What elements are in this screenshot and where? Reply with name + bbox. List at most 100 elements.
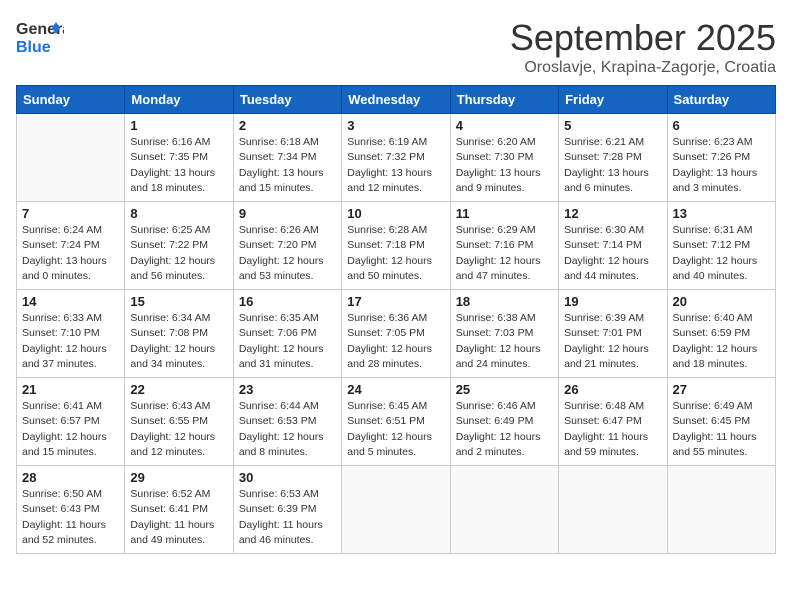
- day-number: 29: [130, 470, 227, 485]
- svg-text:Blue: Blue: [16, 39, 51, 56]
- calendar-cell: 20 Sunrise: 6:40 AMSunset: 6:59 PMDayligh…: [667, 290, 775, 378]
- calendar-cell: 21 Sunrise: 6:41 AMSunset: 6:57 PMDayligh…: [17, 378, 125, 466]
- calendar-cell: 19Sunrise: 6:39 AMSunset: 7:01 PMDayligh…: [559, 290, 667, 378]
- day-info: Sunrise: 6:41 AMSunset: 6:57 PMDaylight:…: [22, 399, 119, 460]
- day-number: 13: [673, 206, 770, 221]
- day-number: 17: [347, 294, 444, 309]
- day-number: 16: [239, 294, 336, 309]
- day-info: Sunrise: 6:50 AMSunset: 6:43 PMDaylight:…: [22, 487, 119, 548]
- calendar-cell: 23 Sunrise: 6:44 AMSunset: 6:53 PMDayligh…: [233, 378, 341, 466]
- calendar-header: SundayMondayTuesdayWednesdayThursdayFrid…: [17, 86, 776, 114]
- calendar-cell: [17, 114, 125, 202]
- calendar-cell: 5Sunrise: 6:21 AMSunset: 7:28 PMDaylight…: [559, 114, 667, 202]
- day-number: 20: [673, 294, 770, 309]
- calendar-cell: 9 Sunrise: 6:26 AMSunset: 7:20 PMDaylight…: [233, 202, 341, 290]
- day-number: 19: [564, 294, 661, 309]
- weekday-header-tuesday: Tuesday: [233, 86, 341, 114]
- day-info: Sunrise: 6:25 AMSunset: 7:22 PMDaylight:…: [130, 223, 227, 284]
- calendar-week-5: 28 Sunrise: 6:50 AMSunset: 6:43 PMDayligh…: [17, 466, 776, 554]
- day-info: Sunrise: 6:20 AMSunset: 7:30 PMDaylight:…: [456, 135, 553, 196]
- day-info: Sunrise: 6:30 AMSunset: 7:14 PMDaylight:…: [564, 223, 661, 284]
- calendar-cell: 1 Sunrise: 6:16 AMSunset: 7:35 PMDaylight…: [125, 114, 233, 202]
- weekday-header-monday: Monday: [125, 86, 233, 114]
- calendar-cell: 25 Sunrise: 6:46 AMSunset: 6:49 PMDayligh…: [450, 378, 558, 466]
- day-number: 22: [130, 382, 227, 397]
- day-info: Sunrise: 6:28 AMSunset: 7:18 PMDaylight:…: [347, 223, 444, 284]
- day-info: Sunrise: 6:31 AMSunset: 7:12 PMDaylight:…: [673, 223, 770, 284]
- day-number: 21: [22, 382, 119, 397]
- weekday-header-sunday: Sunday: [17, 86, 125, 114]
- calendar-cell: 11 Sunrise: 6:29 AMSunset: 7:16 PMDayligh…: [450, 202, 558, 290]
- day-number: 23: [239, 382, 336, 397]
- calendar-body: 1 Sunrise: 6:16 AMSunset: 7:35 PMDaylight…: [17, 114, 776, 554]
- day-number: 11: [456, 206, 553, 221]
- day-number: 27: [673, 382, 770, 397]
- weekday-header-thursday: Thursday: [450, 86, 558, 114]
- calendar-week-1: 1 Sunrise: 6:16 AMSunset: 7:35 PMDaylight…: [17, 114, 776, 202]
- day-number: 28: [22, 470, 119, 485]
- calendar-cell: 26 Sunrise: 6:48 AMSunset: 6:47 PMDayligh…: [559, 378, 667, 466]
- calendar-cell: 13 Sunrise: 6:31 AMSunset: 7:12 PMDayligh…: [667, 202, 775, 290]
- logo-icon: General Blue: [16, 16, 64, 60]
- day-info: Sunrise: 6:26 AMSunset: 7:20 PMDaylight:…: [239, 223, 336, 284]
- day-info: Sunrise: 6:33 AMSunset: 7:10 PMDaylight:…: [22, 311, 119, 372]
- day-info: Sunrise: 6:49 AMSunset: 6:45 PMDaylight:…: [673, 399, 770, 460]
- day-info: Sunrise: 6:16 AMSunset: 7:35 PMDaylight:…: [130, 135, 227, 196]
- calendar-cell: 15Sunrise: 6:34 AMSunset: 7:08 PMDayligh…: [125, 290, 233, 378]
- calendar-cell: [667, 466, 775, 554]
- day-number: 26: [564, 382, 661, 397]
- calendar-week-2: 7 Sunrise: 6:24 AMSunset: 7:24 PMDaylight…: [17, 202, 776, 290]
- day-number: 24: [347, 382, 444, 397]
- calendar-cell: 6Sunrise: 6:23 AMSunset: 7:26 PMDaylight…: [667, 114, 775, 202]
- logo: General Blue: [16, 16, 64, 60]
- day-number: 8: [130, 206, 227, 221]
- day-number: 6: [673, 118, 770, 133]
- day-number: 15: [130, 294, 227, 309]
- day-number: 10: [347, 206, 444, 221]
- location-subtitle: Oroslavje, Krapina-Zagorje, Croatia: [510, 59, 776, 77]
- day-number: 4: [456, 118, 553, 133]
- weekday-header-row: SundayMondayTuesdayWednesdayThursdayFrid…: [17, 86, 776, 114]
- calendar-cell: [559, 466, 667, 554]
- day-info: Sunrise: 6:48 AMSunset: 6:47 PMDaylight:…: [564, 399, 661, 460]
- day-info: Sunrise: 6:40 AMSunset: 6:59 PMDaylight:…: [673, 311, 770, 372]
- day-number: 5: [564, 118, 661, 133]
- calendar-cell: 3 Sunrise: 6:19 AMSunset: 7:32 PMDaylight…: [342, 114, 450, 202]
- day-info: Sunrise: 6:24 AMSunset: 7:24 PMDaylight:…: [22, 223, 119, 284]
- calendar-cell: 2 Sunrise: 6:18 AMSunset: 7:34 PMDaylight…: [233, 114, 341, 202]
- day-number: 2: [239, 118, 336, 133]
- day-number: 18: [456, 294, 553, 309]
- day-number: 3: [347, 118, 444, 133]
- day-number: 1: [130, 118, 227, 133]
- calendar-cell: [342, 466, 450, 554]
- day-info: Sunrise: 6:46 AMSunset: 6:49 PMDaylight:…: [456, 399, 553, 460]
- calendar-cell: [450, 466, 558, 554]
- calendar-cell: 27 Sunrise: 6:49 AMSunset: 6:45 PMDayligh…: [667, 378, 775, 466]
- calendar-cell: 29 Sunrise: 6:52 AMSunset: 6:41 PMDayligh…: [125, 466, 233, 554]
- day-number: 25: [456, 382, 553, 397]
- calendar-cell: 10 Sunrise: 6:28 AMSunset: 7:18 PMDayligh…: [342, 202, 450, 290]
- day-info: Sunrise: 6:43 AMSunset: 6:55 PMDaylight:…: [130, 399, 227, 460]
- calendar-table: SundayMondayTuesdayWednesdayThursdayFrid…: [16, 85, 776, 554]
- day-info: Sunrise: 6:44 AMSunset: 6:53 PMDaylight:…: [239, 399, 336, 460]
- calendar-week-4: 21 Sunrise: 6:41 AMSunset: 6:57 PMDayligh…: [17, 378, 776, 466]
- day-number: 7: [22, 206, 119, 221]
- day-info: Sunrise: 6:35 AMSunset: 7:06 PMDaylight:…: [239, 311, 336, 372]
- day-info: Sunrise: 6:18 AMSunset: 7:34 PMDaylight:…: [239, 135, 336, 196]
- weekday-header-friday: Friday: [559, 86, 667, 114]
- calendar-cell: 4 Sunrise: 6:20 AMSunset: 7:30 PMDaylight…: [450, 114, 558, 202]
- day-info: Sunrise: 6:29 AMSunset: 7:16 PMDaylight:…: [456, 223, 553, 284]
- calendar-cell: 16 Sunrise: 6:35 AMSunset: 7:06 PMDayligh…: [233, 290, 341, 378]
- weekday-header-wednesday: Wednesday: [342, 86, 450, 114]
- weekday-header-saturday: Saturday: [667, 86, 775, 114]
- day-info: Sunrise: 6:53 AMSunset: 6:39 PMDaylight:…: [239, 487, 336, 548]
- day-info: Sunrise: 6:45 AMSunset: 6:51 PMDaylight:…: [347, 399, 444, 460]
- calendar-cell: 12Sunrise: 6:30 AMSunset: 7:14 PMDayligh…: [559, 202, 667, 290]
- day-info: Sunrise: 6:52 AMSunset: 6:41 PMDaylight:…: [130, 487, 227, 548]
- calendar-cell: 28 Sunrise: 6:50 AMSunset: 6:43 PMDayligh…: [17, 466, 125, 554]
- page-header: General Blue September 2025 Oroslavje, K…: [16, 16, 776, 77]
- calendar-cell: 30Sunrise: 6:53 AMSunset: 6:39 PMDayligh…: [233, 466, 341, 554]
- calendar-cell: 7 Sunrise: 6:24 AMSunset: 7:24 PMDaylight…: [17, 202, 125, 290]
- day-number: 9: [239, 206, 336, 221]
- day-info: Sunrise: 6:19 AMSunset: 7:32 PMDaylight:…: [347, 135, 444, 196]
